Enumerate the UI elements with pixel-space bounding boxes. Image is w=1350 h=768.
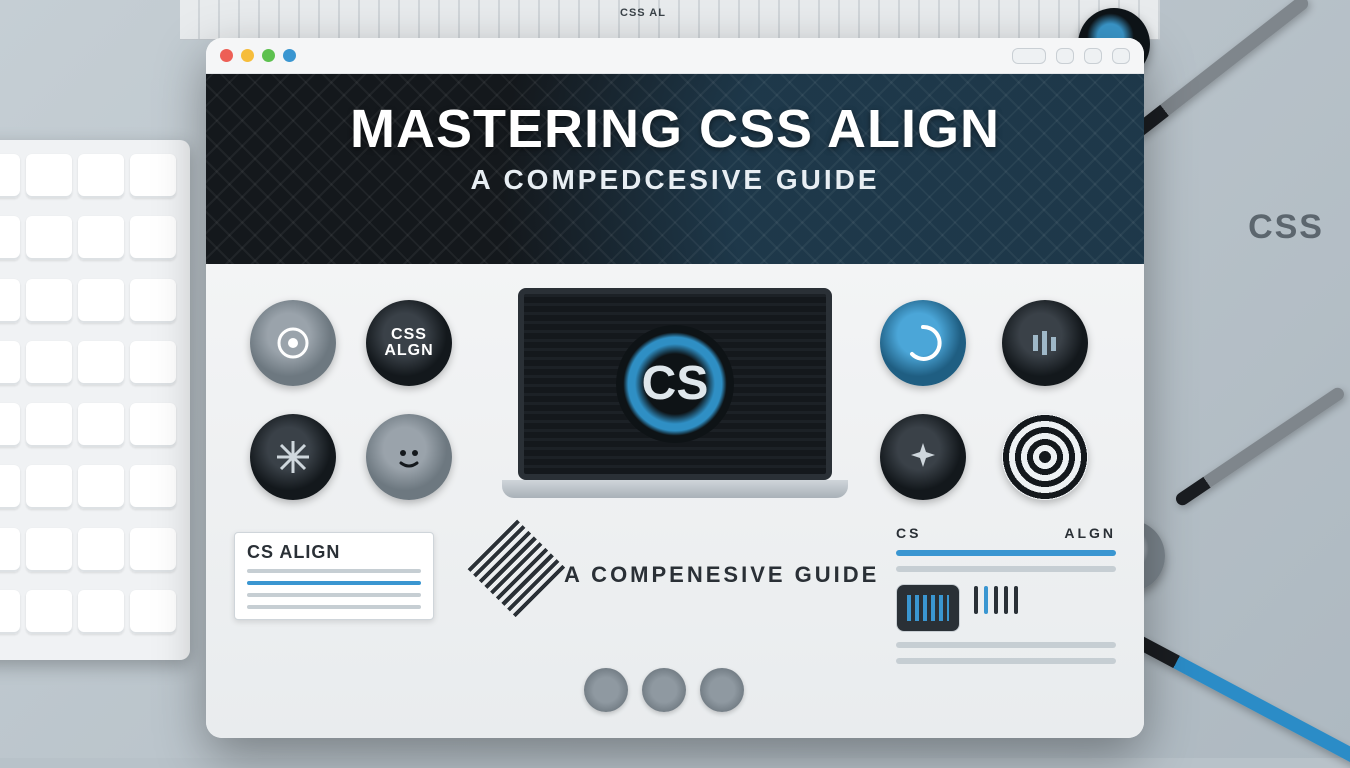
window-chrome — [206, 38, 1144, 74]
side-panel-right-label: ALGN — [1064, 526, 1116, 540]
target-icon — [250, 300, 336, 386]
bars-icon — [1002, 300, 1088, 386]
laptop-screen: CS — [518, 288, 832, 480]
chrome-right-controls — [1012, 48, 1130, 64]
side-panel: CS ALGN — [896, 526, 1116, 676]
mini-knob-icon — [642, 668, 686, 712]
ruler-label: CSS AL — [620, 8, 666, 19]
poster-content: CS CSS ALGN — [206, 264, 1144, 738]
card-title: CS ALIGN — [247, 543, 421, 561]
chrome-square-icon — [1056, 48, 1074, 64]
concentric-icon — [1002, 414, 1088, 500]
hero-title: MASTERING CSS ALIGN — [206, 74, 1144, 156]
side-css-text: CSS — [1248, 210, 1324, 244]
badge-label: CSS ALGN — [384, 327, 433, 359]
sparkle-icon — [880, 414, 966, 500]
window-extra-dot-icon — [283, 49, 296, 62]
window-minimize-icon[interactable] — [241, 49, 254, 62]
laptop-base — [502, 480, 848, 498]
chrome-square-icon — [1112, 48, 1130, 64]
browser-window: MASTERING CSS ALIGN A COMPEDCESIVE GUIDE… — [206, 38, 1144, 738]
window-close-icon[interactable] — [220, 49, 233, 62]
keyboard-prop — [0, 140, 190, 660]
chrome-pill-icon — [1012, 48, 1046, 64]
pen-prop — [1173, 385, 1346, 508]
bottom-subtitle: A COMPENESIVE GUIDE — [564, 564, 879, 586]
swirl-icon — [880, 300, 966, 386]
ruler-strip: CSS AL — [180, 0, 1160, 40]
burst-icon — [250, 414, 336, 500]
face-icon — [366, 414, 452, 500]
window-maximize-icon[interactable] — [262, 49, 275, 62]
cs-logo-icon: CS — [616, 325, 734, 443]
chrome-square-icon — [1084, 48, 1102, 64]
mini-knob-icon — [584, 668, 628, 712]
side-panel-left-label: CS — [896, 526, 921, 540]
hero-banner: MASTERING CSS ALIGN A COMPEDCESIVE GUIDE — [206, 74, 1144, 264]
desk-surface: CSS AL CSS MASTERING CS — [0, 0, 1350, 758]
diamond-pattern-icon — [468, 520, 567, 619]
slider-icon — [974, 586, 1018, 614]
laptop-illustration: CS — [518, 288, 832, 498]
mini-knob-icon — [700, 668, 744, 712]
css-align-badge: CSS ALGN — [366, 300, 452, 386]
hero-subtitle: A COMPEDCESIVE GUIDE — [206, 166, 1144, 194]
card-cs-align: CS ALIGN — [234, 532, 434, 620]
pen-prop — [1132, 634, 1350, 768]
eq-chip-icon — [896, 584, 960, 632]
cs-logo-letter: CS — [642, 360, 709, 408]
